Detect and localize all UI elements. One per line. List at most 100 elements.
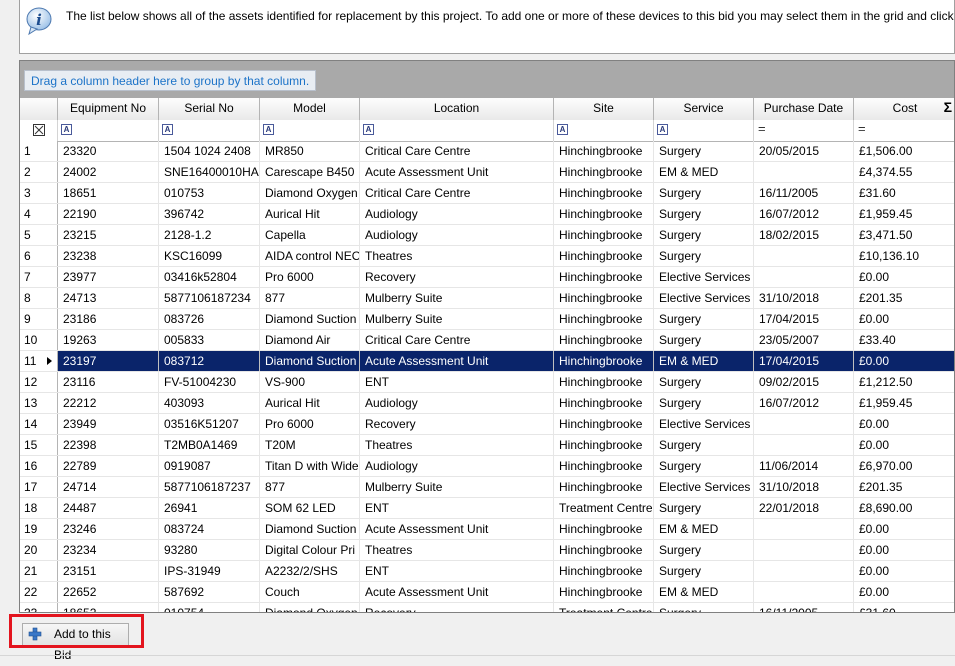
cell-site[interactable]: Hinchingbrooke <box>554 141 654 161</box>
table-row[interactable]: 20 23234 93280 Digital Colour Pri Theatres Hi… <box>20 540 954 561</box>
row-number[interactable]: 3 <box>20 183 58 203</box>
table-row[interactable]: 19 23246 083724 Diamond Suction Acute Assess… <box>20 519 954 540</box>
row-number[interactable]: 1 <box>20 141 58 161</box>
cell-site[interactable]: Hinchingbrooke <box>554 372 654 392</box>
cell-location[interactable]: Recovery <box>360 267 554 287</box>
cell-site[interactable]: Hinchingbrooke <box>554 225 654 245</box>
cell-serial-no[interactable]: 2128-1.2 <box>159 225 260 245</box>
table-row[interactable]: 6 23238 KSC16099 AIDA control NEO Theatres Hi… <box>20 246 954 267</box>
cell-purchase-date[interactable]: 09/02/2015 <box>754 372 854 392</box>
cell-cost[interactable]: £0.00 <box>854 540 954 560</box>
cell-location[interactable]: Audiology <box>360 225 554 245</box>
cell-model[interactable]: 877 <box>260 288 360 308</box>
cell-cost[interactable]: £3,471.50 <box>854 225 954 245</box>
clear-filter-icon[interactable] <box>33 124 45 136</box>
cell-purchase-date[interactable] <box>754 519 854 539</box>
cell-serial-no[interactable]: 1504 1024 2408 <box>159 141 260 161</box>
cell-serial-no[interactable]: 03416k52804 <box>159 267 260 287</box>
cell-serial-no[interactable]: 5877106187234 <box>159 288 260 308</box>
cell-cost[interactable]: £31.60 <box>854 603 954 612</box>
filter-equals-icon[interactable]: = <box>758 121 766 136</box>
cell-location[interactable]: Mulberry Suite <box>360 309 554 329</box>
table-row[interactable]: 2 24002 SNE16400010HA Carescape B450 Acute A… <box>20 162 954 183</box>
table-row[interactable]: 14 23949 03516K51207 Pro 6000 Recovery Hinchi… <box>20 414 954 435</box>
cell-model[interactable]: VS-900 <box>260 372 360 392</box>
cell-equipment-no[interactable]: 24713 <box>58 288 159 308</box>
cell-equipment-no[interactable]: 23320 <box>58 141 159 161</box>
cell-model[interactable]: T20M <box>260 435 360 455</box>
cell-site[interactable]: Hinchingbrooke <box>554 162 654 182</box>
cell-location[interactable]: Acute Assessment Unit <box>360 582 554 602</box>
cell-site[interactable]: Hinchingbrooke <box>554 435 654 455</box>
cell-equipment-no[interactable]: 23186 <box>58 309 159 329</box>
table-row[interactable]: 22 22652 587692 Couch Acute Assessment Unit H… <box>20 582 954 603</box>
cell-site[interactable]: Hinchingbrooke <box>554 309 654 329</box>
cell-equipment-no[interactable]: 18651 <box>58 183 159 203</box>
cell-model[interactable]: 877 <box>260 477 360 497</box>
cell-serial-no[interactable]: SNE16400010HA <box>159 162 260 182</box>
cell-location[interactable]: Audiology <box>360 456 554 476</box>
column-header-serial-no[interactable]: Serial No <box>159 98 260 120</box>
cell-purchase-date[interactable] <box>754 540 854 560</box>
cell-cost[interactable]: £0.00 <box>854 414 954 434</box>
cell-equipment-no[interactable]: 19263 <box>58 330 159 350</box>
cell-site[interactable]: Hinchingbrooke <box>554 267 654 287</box>
cell-model[interactable]: AIDA control NEO <box>260 246 360 266</box>
cell-serial-no[interactable]: 26941 <box>159 498 260 518</box>
row-number[interactable]: 13 <box>20 393 58 413</box>
cell-site[interactable]: Hinchingbrooke <box>554 519 654 539</box>
cell-location[interactable]: Theatres <box>360 246 554 266</box>
cell-location[interactable]: ENT <box>360 561 554 581</box>
cell-cost[interactable]: £201.35 <box>854 477 954 497</box>
cell-site[interactable]: Hinchingbrooke <box>554 477 654 497</box>
filter-service[interactable]: A <box>654 120 754 141</box>
cell-serial-no[interactable]: 93280 <box>159 540 260 560</box>
cell-service[interactable]: Elective Services <box>654 414 754 434</box>
table-row[interactable]: 15 22398 T2MB0A1469 T20M Theatres Hinchingbro… <box>20 435 954 456</box>
cell-cost[interactable]: £1,212.50 <box>854 372 954 392</box>
cell-purchase-date[interactable] <box>754 414 854 434</box>
cell-serial-no[interactable]: FV-51004230 <box>159 372 260 392</box>
cell-purchase-date[interactable]: 18/02/2015 <box>754 225 854 245</box>
column-header-purchase-date[interactable]: Purchase Date <box>754 98 854 120</box>
cell-site[interactable]: Hinchingbrooke <box>554 246 654 266</box>
cell-service[interactable]: Surgery <box>654 498 754 518</box>
cell-cost[interactable]: £31.60 <box>854 183 954 203</box>
cell-site[interactable]: Hinchingbrooke <box>554 540 654 560</box>
row-number[interactable]: 22 <box>20 582 58 602</box>
cell-location[interactable]: Audiology <box>360 393 554 413</box>
cell-model[interactable]: Diamond Suction <box>260 351 360 371</box>
cell-model[interactable]: SOM 62 LED <box>260 498 360 518</box>
row-number[interactable]: 11 <box>20 351 58 371</box>
cell-cost[interactable]: £33.40 <box>854 330 954 350</box>
cell-serial-no[interactable]: 083724 <box>159 519 260 539</box>
cell-equipment-no[interactable]: 18652 <box>58 603 159 612</box>
column-header-equipment-no[interactable]: Equipment No <box>58 98 159 120</box>
cell-site[interactable]: Hinchingbrooke <box>554 414 654 434</box>
row-number[interactable]: 9 <box>20 309 58 329</box>
row-number[interactable]: 5 <box>20 225 58 245</box>
cell-model[interactable]: Aurical Hit <box>260 204 360 224</box>
cell-equipment-no[interactable]: 22212 <box>58 393 159 413</box>
cell-serial-no[interactable]: 010753 <box>159 183 260 203</box>
column-header-site[interactable]: Site <box>554 98 654 120</box>
table-row[interactable]: 13 22212 403093 Aurical Hit Audiology Hinchin… <box>20 393 954 414</box>
filter-equals-icon[interactable]: = <box>858 121 866 136</box>
cell-serial-no[interactable]: 396742 <box>159 204 260 224</box>
row-number[interactable]: 2 <box>20 162 58 182</box>
cell-equipment-no[interactable]: 24714 <box>58 477 159 497</box>
cell-location[interactable]: Audiology <box>360 204 554 224</box>
row-number[interactable]: 17 <box>20 477 58 497</box>
cell-model[interactable]: Diamond Suction <box>260 519 360 539</box>
cell-site[interactable]: Treatment Centre <box>554 498 654 518</box>
cell-model[interactable]: Couch <box>260 582 360 602</box>
cell-serial-no[interactable]: 010754 <box>159 603 260 612</box>
cell-purchase-date[interactable] <box>754 561 854 581</box>
cell-site[interactable]: Hinchingbrooke <box>554 582 654 602</box>
row-number[interactable]: 18 <box>20 498 58 518</box>
cell-purchase-date[interactable]: 17/04/2015 <box>754 351 854 371</box>
cell-equipment-no[interactable]: 23151 <box>58 561 159 581</box>
cell-service[interactable]: EM & MED <box>654 519 754 539</box>
cell-location[interactable]: Critical Care Centre <box>360 330 554 350</box>
table-row[interactable]: 21 23151 IPS-31949 A2232/2/SHS ENT Hinchingbr… <box>20 561 954 582</box>
